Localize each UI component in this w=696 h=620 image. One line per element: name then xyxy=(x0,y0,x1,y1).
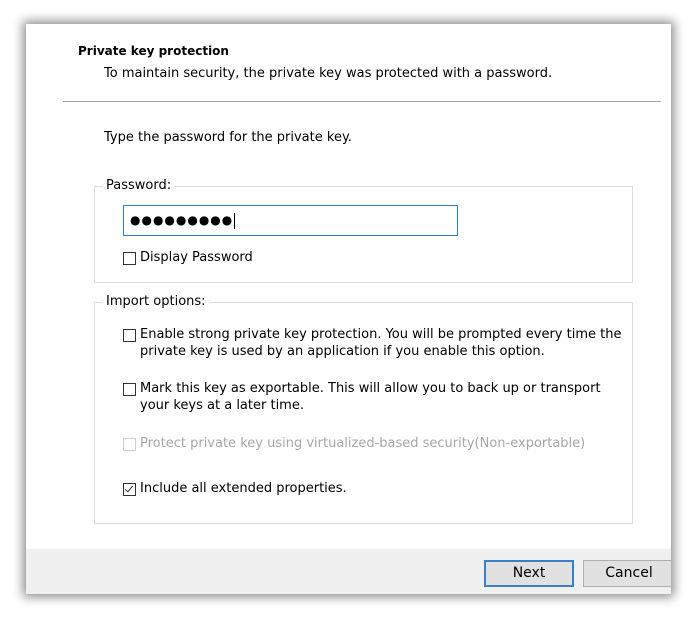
vbs-protection-label: Protect private key using virtualized-ba… xyxy=(140,436,586,451)
password-input[interactable]: ●●●●●●●●● xyxy=(123,205,458,236)
vbs-protection-option: Protect private key using virtualized-ba… xyxy=(123,435,630,452)
password-masked-value: ●●●●●●●●● xyxy=(130,213,234,227)
password-group-legend: Password: xyxy=(103,178,175,193)
exportable-label: Mark this key as exportable. This will a… xyxy=(140,381,601,413)
next-button[interactable]: Next xyxy=(484,560,574,587)
vbs-protection-checkbox xyxy=(123,438,136,451)
page-title: Private key protection xyxy=(78,44,229,58)
exportable-option[interactable]: Mark this key as exportable. This will a… xyxy=(123,380,630,414)
extended-properties-option[interactable]: Include all extended properties. xyxy=(123,480,630,497)
import-options-group: Import options: Enable strong private ke… xyxy=(94,294,633,524)
instruction-text: Type the password for the private key. xyxy=(104,130,352,145)
extended-properties-checkbox[interactable] xyxy=(123,483,136,496)
strong-protection-checkbox[interactable] xyxy=(123,329,136,342)
strong-protection-label: Enable strong private key protection. Yo… xyxy=(140,327,622,359)
import-options-legend: Import options: xyxy=(103,294,209,309)
certificate-import-wizard-window: Private key protection To maintain secur… xyxy=(26,24,671,594)
extended-properties-label: Include all extended properties. xyxy=(140,481,347,496)
display-password-option[interactable]: Display Password xyxy=(123,249,253,266)
page-description: To maintain security, the private key wa… xyxy=(104,66,553,81)
text-caret xyxy=(234,212,236,229)
cancel-button[interactable]: Cancel xyxy=(583,560,671,587)
display-password-checkbox[interactable] xyxy=(123,252,136,265)
display-password-label: Display Password xyxy=(140,250,253,265)
header-divider xyxy=(63,101,661,102)
wizard-footer: Next Cancel xyxy=(26,549,671,594)
password-group: Password: ●●●●●●●●● Display Password xyxy=(94,178,633,283)
strong-protection-option[interactable]: Enable strong private key protection. Yo… xyxy=(123,326,630,360)
exportable-checkbox[interactable] xyxy=(123,383,136,396)
